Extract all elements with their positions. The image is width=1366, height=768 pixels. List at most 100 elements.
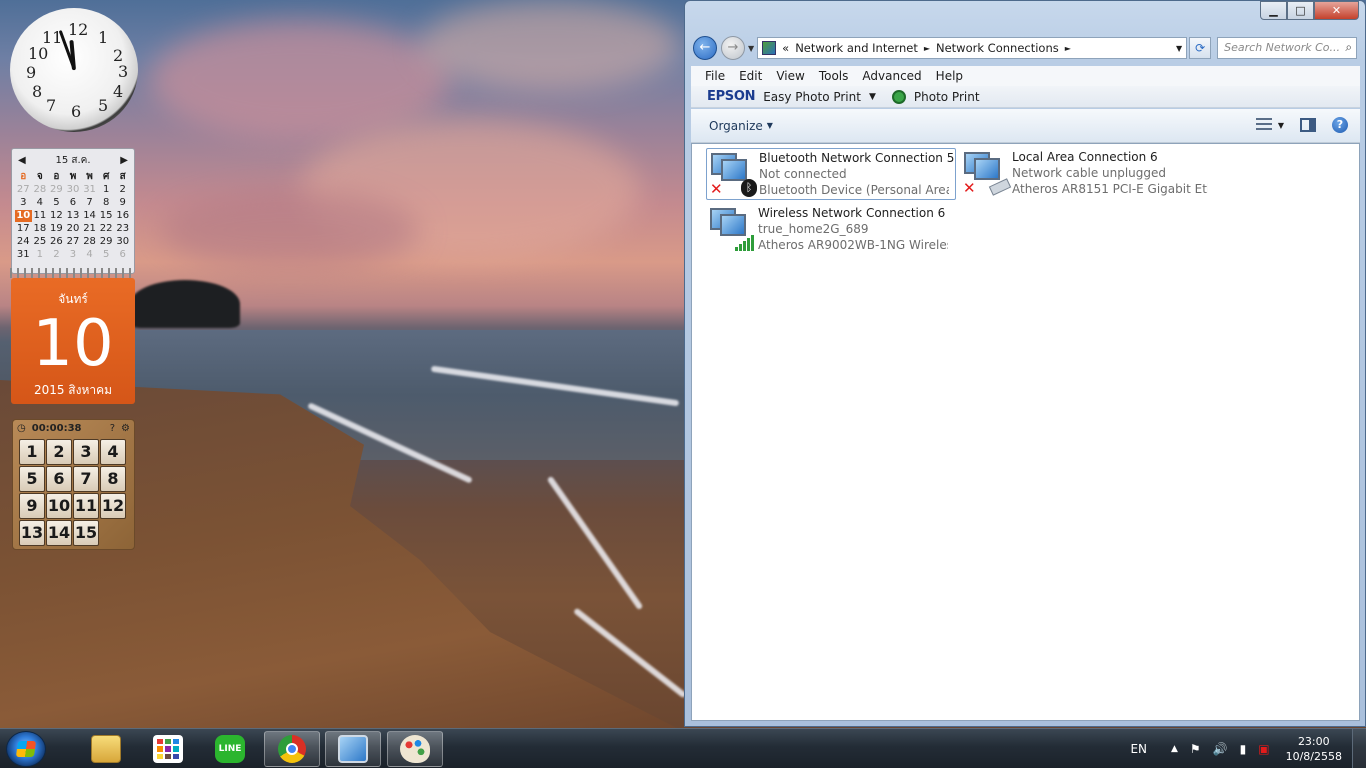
puzzle-tile[interactable]: 14 <box>46 520 72 546</box>
clock-gadget[interactable]: 12 1 2 3 4 5 6 7 8 9 10 11 <box>10 8 138 132</box>
recent-pages-icon[interactable]: ▼ <box>748 44 754 53</box>
calendar-day[interactable]: 30 <box>114 236 131 248</box>
calendar-day[interactable]: 29 <box>48 184 65 196</box>
calendar-day[interactable]: 15 <box>98 210 115 222</box>
calendar-day[interactable]: 2 <box>114 184 131 196</box>
help-button[interactable]: ? <box>1332 117 1348 133</box>
breadcrumb-separator[interactable]: ► <box>1065 44 1071 53</box>
calendar-day[interactable]: 13 <box>65 210 82 222</box>
menu-tools[interactable]: Tools <box>819 69 849 83</box>
puzzle-tile[interactable]: 5 <box>19 466 45 492</box>
network-status-icon[interactable]: ▣ <box>1258 742 1269 756</box>
puzzle-help-icon[interactable]: ? <box>110 423 115 434</box>
show-desktop-button[interactable] <box>1352 729 1366 768</box>
close-button[interactable]: ✕ <box>1314 1 1359 20</box>
breadcrumb-network-and-internet[interactable]: Network and Internet <box>795 41 918 55</box>
show-hidden-icons-icon[interactable]: ▲ <box>1171 744 1178 754</box>
calendar-day[interactable]: 28 <box>32 184 49 196</box>
taskbar-app-grid[interactable] <box>140 731 196 767</box>
calendar-day[interactable]: 10 <box>15 210 32 222</box>
maximize-button[interactable]: □ <box>1287 1 1314 20</box>
calendar-day[interactable]: 5 <box>48 197 65 209</box>
calendar-day[interactable]: 27 <box>15 184 32 196</box>
address-bar[interactable]: « Network and Internet ► Network Connect… <box>757 37 1188 59</box>
calendar-day[interactable]: 21 <box>81 223 98 235</box>
address-dropdown-icon[interactable]: ▼ <box>1176 44 1182 53</box>
taskbar-paint[interactable] <box>387 731 443 767</box>
puzzle-tile[interactable]: 9 <box>19 493 45 519</box>
easy-photo-print-button[interactable]: Easy Photo Print <box>763 90 861 104</box>
taskbar-clock[interactable]: 23:00 10/8/2558 <box>1286 734 1342 764</box>
puzzle-tile[interactable]: 1 <box>19 439 45 465</box>
minimize-button[interactable]: ▁ <box>1260 1 1287 20</box>
calendar-day[interactable]: 4 <box>32 197 49 209</box>
puzzle-tile[interactable]: 10 <box>46 493 72 519</box>
taskbar-line[interactable]: LINE <box>202 731 258 767</box>
search-input[interactable]: Search Network Co... ⌕ <box>1217 37 1358 59</box>
views-dropdown-icon[interactable]: ▼ <box>1278 121 1284 130</box>
next-month-icon[interactable]: ▶ <box>120 155 128 166</box>
calendar-day[interactable]: 14 <box>81 210 98 222</box>
easy-photo-print-dropdown-icon[interactable]: ▼ <box>869 92 876 102</box>
menu-advanced[interactable]: Advanced <box>862 69 921 83</box>
change-view-icon[interactable] <box>1255 118 1272 132</box>
connection-item-bluetooth[interactable]: ✕ ᛒ Bluetooth Network Connection 5 Not c… <box>706 148 956 200</box>
photo-print-button[interactable]: Photo Print <box>914 90 980 104</box>
calendar-day[interactable]: 12 <box>48 210 65 222</box>
calendar-day[interactable]: 3 <box>65 249 82 261</box>
puzzle-empty-slot[interactable] <box>100 520 126 546</box>
calendar-day[interactable]: 31 <box>15 249 32 261</box>
menu-edit[interactable]: Edit <box>739 69 762 83</box>
puzzle-settings-icon[interactable]: ⚙ <box>121 423 130 434</box>
network-connections-window[interactable]: ▁ □ ✕ ← → ▼ « Network and Internet ► Net… <box>684 0 1366 727</box>
puzzle-tile[interactable]: 7 <box>73 466 99 492</box>
volume-icon[interactable]: 🔊 <box>1213 742 1228 756</box>
back-button[interactable]: ← <box>693 36 717 60</box>
calendar-day[interactable]: 6 <box>65 197 82 209</box>
calendar-day[interactable]: 11 <box>32 210 49 222</box>
battery-icon[interactable]: ▮ <box>1240 742 1247 756</box>
calendar-day[interactable]: 7 <box>81 197 98 209</box>
puzzle-tile[interactable]: 8 <box>100 466 126 492</box>
calendar-day[interactable]: 20 <box>65 223 82 235</box>
calendar-day[interactable]: 6 <box>114 249 131 261</box>
menu-view[interactable]: View <box>776 69 804 83</box>
calendar-day[interactable]: 17 <box>15 223 32 235</box>
taskbar-chrome[interactable] <box>264 731 320 767</box>
start-button[interactable] <box>6 731 46 767</box>
connection-item-local-area[interactable]: ✕ Local Area Connection 6 Network cable … <box>960 148 1210 200</box>
calendar-day[interactable]: 19 <box>48 223 65 235</box>
puzzle-tile[interactable]: 12 <box>100 493 126 519</box>
calendar-day[interactable]: 18 <box>32 223 49 235</box>
menu-file[interactable]: File <box>705 69 725 83</box>
calendar-day-page[interactable]: จันทร์ 10 2015 สิงหาคม <box>11 278 135 404</box>
calendar-day[interactable]: 9 <box>114 197 131 209</box>
puzzle-tile[interactable]: 15 <box>73 520 99 546</box>
address-chevron[interactable]: « <box>782 41 789 55</box>
puzzle-tile[interactable]: 13 <box>19 520 45 546</box>
puzzle-tile[interactable]: 4 <box>100 439 126 465</box>
calendar-day[interactable]: 29 <box>98 236 115 248</box>
refresh-button[interactable]: ⟳ <box>1189 37 1212 59</box>
calendar-day[interactable]: 8 <box>98 197 115 209</box>
connection-item-wireless[interactable]: Wireless Network Connection 6 true_home2… <box>706 204 956 256</box>
calendar-day[interactable]: 31 <box>81 184 98 196</box>
taskbar-network-connections[interactable] <box>325 731 381 767</box>
language-indicator[interactable]: EN <box>1130 742 1147 756</box>
calendar-day[interactable]: 22 <box>98 223 115 235</box>
calendar-day[interactable]: 5 <box>98 249 115 261</box>
calendar-day[interactable]: 28 <box>81 236 98 248</box>
calendar-day[interactable]: 25 <box>32 236 49 248</box>
puzzle-tile[interactable]: 3 <box>73 439 99 465</box>
taskbar-windows-explorer[interactable] <box>78 731 134 767</box>
calendar-gadget[interactable]: ◀ 15 ส.ค. ▶ อจอพพศส 27 28 29 30 31 1 2 3 4 5 6 7 8 9 10… <box>11 148 135 274</box>
menu-help[interactable]: Help <box>936 69 963 83</box>
breadcrumb-network-connections[interactable]: Network Connections <box>936 41 1059 55</box>
forward-button[interactable]: → <box>721 36 745 60</box>
calendar-day[interactable]: 23 <box>114 223 131 235</box>
calendar-day[interactable]: 24 <box>15 236 32 248</box>
search-icon[interactable]: ⌕ <box>1345 40 1352 55</box>
organize-button[interactable]: Organize ▼ <box>709 119 773 133</box>
puzzle-tile[interactable]: 11 <box>73 493 99 519</box>
calendar-day[interactable]: 3 <box>15 197 32 209</box>
